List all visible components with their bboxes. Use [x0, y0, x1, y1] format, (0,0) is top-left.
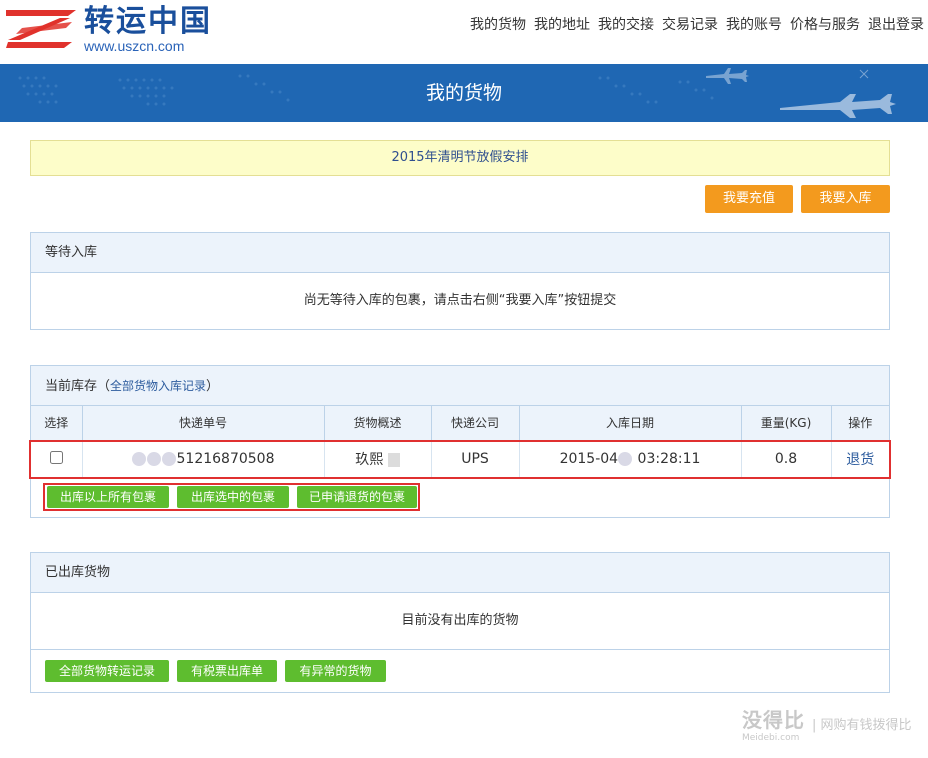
- highlight-row-box: [29, 440, 891, 479]
- page-title: 我的货物: [425, 82, 502, 104]
- logo-z-icon: [6, 10, 76, 48]
- all-checkin-records-link[interactable]: 全部货物入库记录: [110, 379, 206, 393]
- col-checkin-date: 入库日期: [519, 406, 742, 441]
- nav-my-account[interactable]: 我的账号: [726, 16, 782, 34]
- site-logo[interactable]: 转运中国 www.uszcn.com: [2, 4, 222, 60]
- inventory-title-text: 当前库存: [45, 379, 98, 394]
- logo-text: 转运中国: [84, 4, 212, 39]
- site-header: 转运中国 www.uszcn.com 我的货物 我的地址 我的交接 交易记录 我…: [0, 0, 928, 64]
- shipped-panel-title: 已出库货物: [31, 553, 889, 593]
- nav-my-address[interactable]: 我的地址: [534, 16, 590, 34]
- inventory-panel-title: 当前库存（全部货物入库记录）: [31, 366, 889, 406]
- nav-pricing[interactable]: 价格与服务: [790, 16, 860, 34]
- table-header-row: 选择 快递单号 货物概述 快递公司 入库日期 重量(KG) 操作: [31, 406, 889, 441]
- all-transfer-records-button[interactable]: 全部货物转运记录: [45, 660, 169, 682]
- waiting-empty-message: 尚无等待入库的包裹，请点击右侧“我要入库”按钮提交: [303, 293, 617, 308]
- highlight-buttons-box: [43, 483, 420, 511]
- watermark: 没得比 Meidebi.com | 网购有钱拨得比: [742, 704, 922, 743]
- logo-url: www.uszcn.com: [84, 38, 185, 54]
- col-weight: 重量(KG): [741, 406, 832, 441]
- tax-invoice-shipments-button[interactable]: 有税票出库单: [177, 660, 277, 682]
- checkin-button[interactable]: 我要入库: [801, 185, 890, 213]
- notice-text[interactable]: 2015年清明节放假安排: [391, 150, 528, 165]
- nav-logout[interactable]: 退出登录: [868, 16, 924, 34]
- nav-my-goods[interactable]: 我的货物: [470, 16, 526, 34]
- col-carrier: 快递公司: [431, 406, 520, 441]
- recharge-button[interactable]: 我要充值: [705, 185, 793, 213]
- col-tracking: 快递单号: [82, 406, 325, 441]
- watermark-slogan: | 网购有钱拨得比: [812, 718, 912, 733]
- waiting-panel: 等待入库 尚无等待入库的包裹，请点击右侧“我要入库”按钮提交: [30, 232, 890, 330]
- shipped-empty-message: 目前没有出库的货物: [31, 593, 889, 650]
- nav-my-handover[interactable]: 我的交接: [598, 16, 654, 34]
- inventory-link-suffix: ）: [206, 379, 220, 394]
- watermark-domain: Meidebi.com: [742, 733, 800, 743]
- holiday-notice[interactable]: 2015年清明节放假安排: [30, 140, 890, 176]
- waiting-panel-title: 等待入库: [31, 233, 889, 273]
- nav-transactions[interactable]: 交易记录: [662, 16, 718, 34]
- abnormal-goods-button[interactable]: 有异常的货物: [285, 660, 386, 682]
- col-action: 操作: [831, 406, 889, 441]
- col-select: 选择: [31, 406, 83, 441]
- top-nav: 我的货物 我的地址 我的交接 交易记录 我的账号 价格与服务 退出登录: [470, 16, 924, 34]
- inventory-link-prefix: （: [97, 379, 111, 394]
- col-description: 货物概述: [324, 406, 432, 441]
- page-banner: 我的货物: [0, 64, 928, 122]
